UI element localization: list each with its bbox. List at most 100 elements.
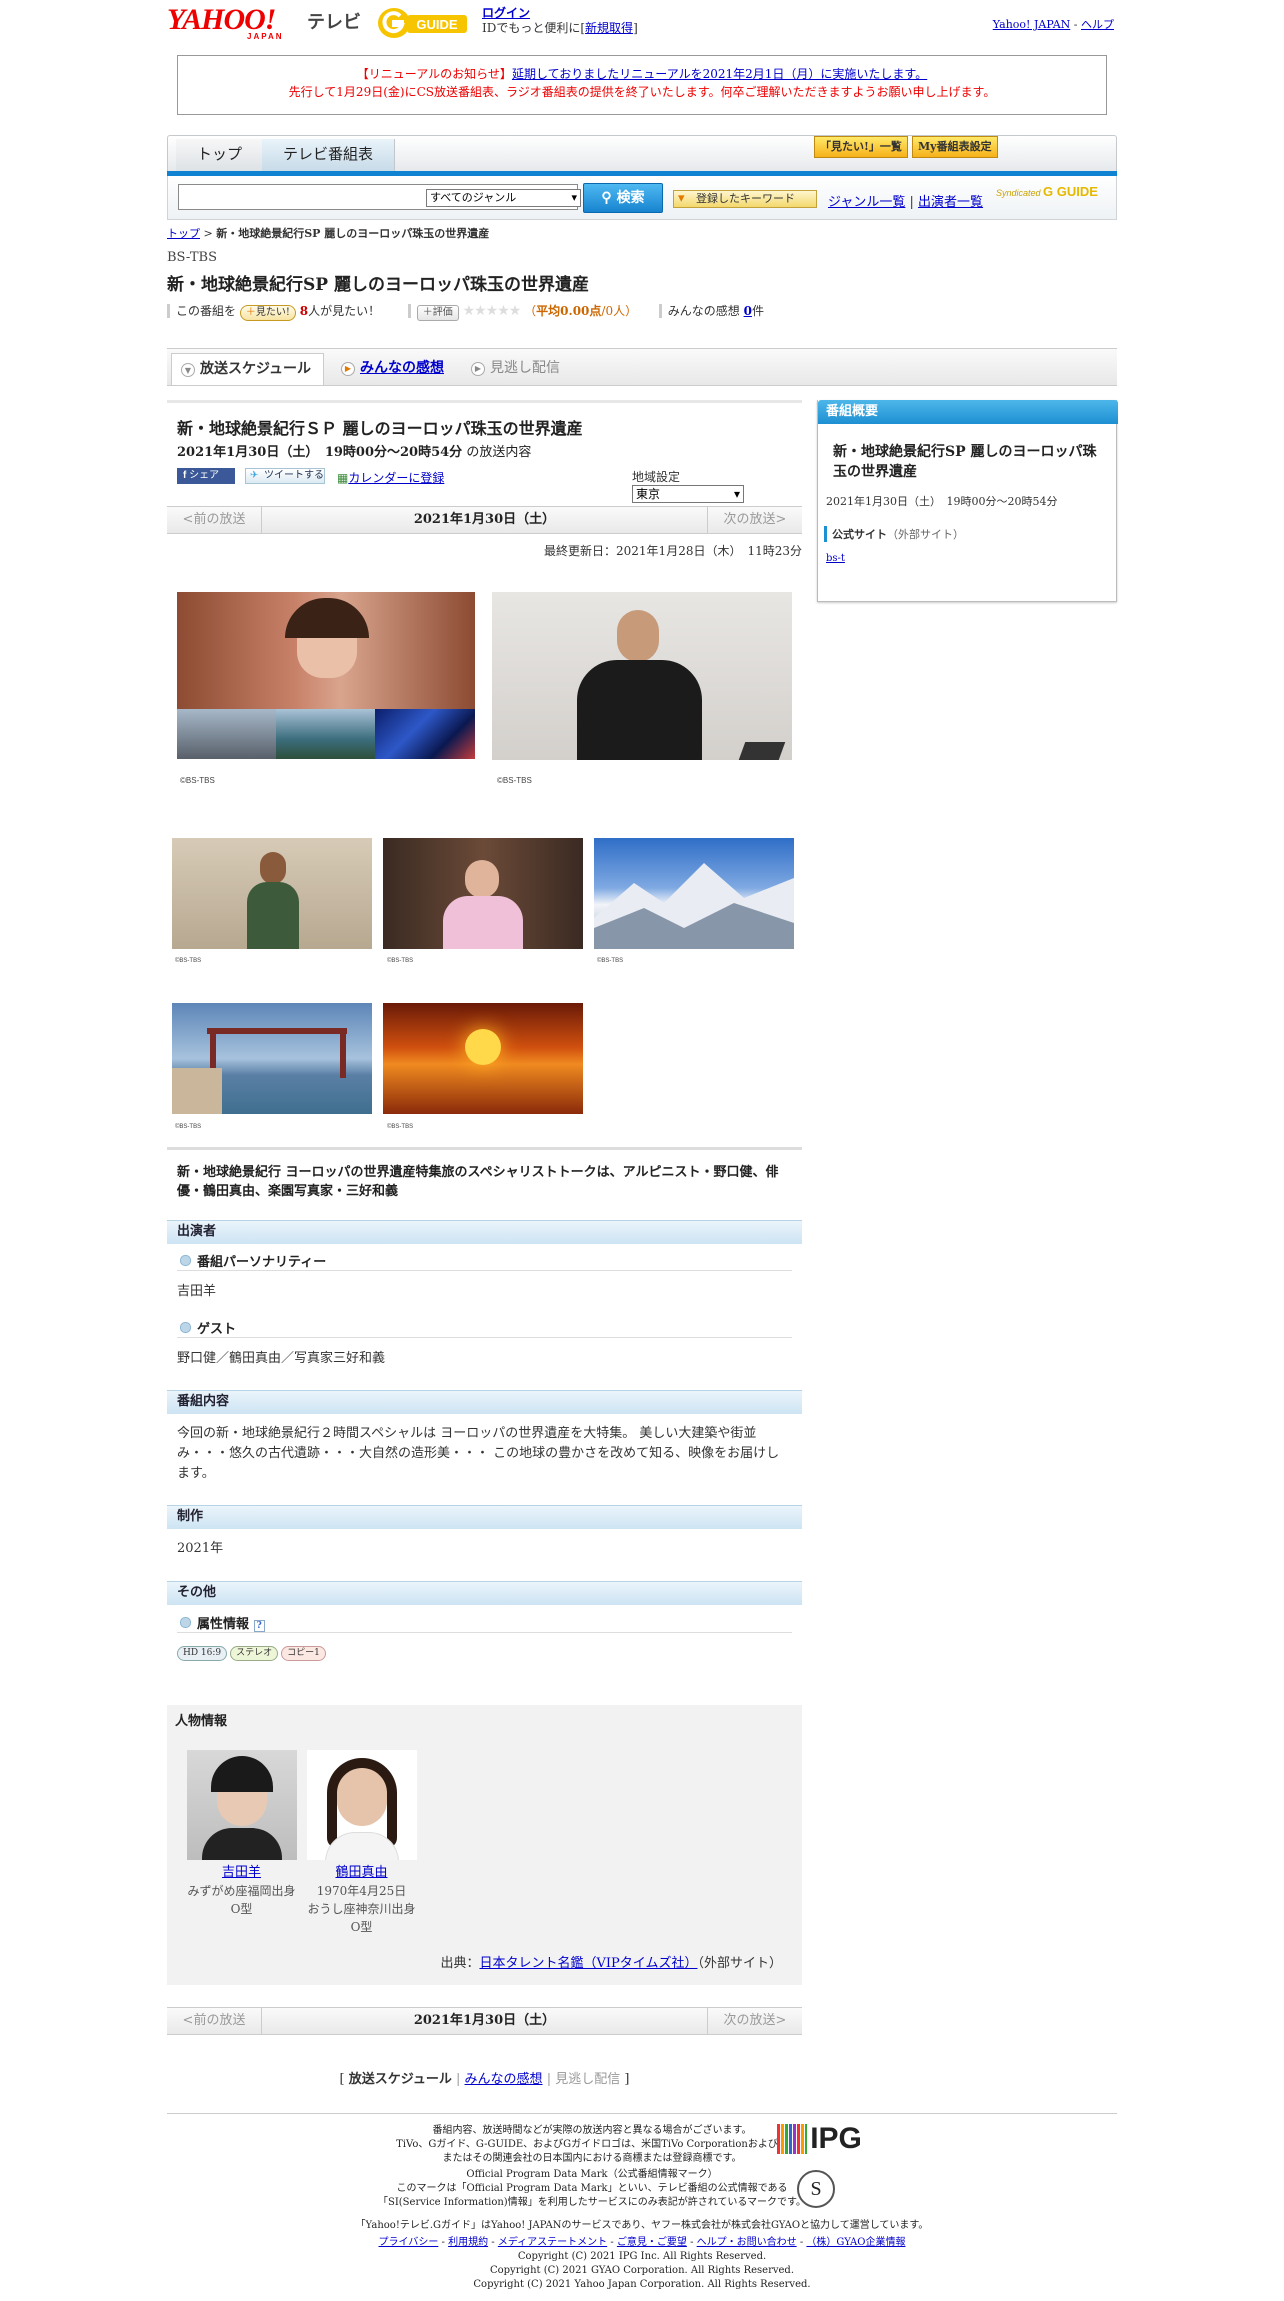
- program-summary: 新・地球絶景紀行 ヨーロッパの世界遺産特集旅のスペシャリストトークは、アルピニス…: [177, 1165, 779, 1199]
- footer: 番組内容、放送時間などが実際の放送内容と異なる場合がございます。 TiVo、Gガ…: [167, 2113, 1117, 2292]
- guest-label: ゲスト: [177, 1318, 792, 1338]
- chevron-right-icon: ▶: [471, 362, 485, 376]
- genre-list-link[interactable]: ジャンル一覧: [828, 195, 905, 210]
- person-info: 人物情報 吉田羊 みずがめ座福岡出身 O型 鶴田真由 1970年4月25日 おう…: [167, 1705, 802, 1985]
- photo-stainedglass: [375, 709, 475, 759]
- plus-icon: ＋: [422, 307, 433, 318]
- yahoo-logo[interactable]: YAHOO! JAPAN: [167, 5, 307, 42]
- syndicated-logo: Syndicated G GUIDE: [996, 184, 1098, 199]
- search-button[interactable]: ⚲ 検索: [583, 183, 663, 213]
- content-text: 今回の新・地球絶景紀行２時間スペシャルは ヨーロッパの世界遺産を大特集。 美しい…: [177, 1426, 780, 1481]
- next-broadcast-button[interactable]: 次の放送>: [707, 2008, 802, 2034]
- person-photo[interactable]: [306, 1750, 417, 1860]
- footer-link-terms[interactable]: 利用規約: [448, 2237, 488, 2248]
- calendar-register[interactable]: ▦カレンダーに登録: [337, 469, 444, 486]
- kansou-count-link[interactable]: 0: [744, 304, 752, 318]
- badge-stereo: ステレオ: [230, 1646, 279, 1661]
- help-link[interactable]: ヘルプ: [1081, 18, 1114, 31]
- photo-caption: ©BS-TBS: [180, 776, 215, 785]
- photo-guest-woman[interactable]: [172, 838, 372, 949]
- mitai-button[interactable]: ＋見たい!: [239, 305, 296, 321]
- talent-directory-link[interactable]: 日本タレント名鑑（VIPタイムズ社）: [479, 1956, 697, 1971]
- photo-caption: ©BS-TBS: [387, 1124, 414, 1130]
- top-links: Yahoo! JAPAN - ヘルプ: [992, 18, 1114, 31]
- bottom-tab-minogashi[interactable]: 見逃し配信: [555, 2072, 620, 2087]
- performer-list-link[interactable]: 出演者一覧: [918, 195, 983, 210]
- person-photo[interactable]: [186, 1750, 297, 1860]
- mitai-list-button[interactable]: 「見たい!」一覧: [814, 136, 908, 158]
- nav-tab-top[interactable]: トップ: [176, 139, 265, 171]
- nav-tab-tv-schedule[interactable]: テレビ番組表: [262, 139, 396, 171]
- tab-kansou[interactable]: ▶ みんなの感想: [332, 353, 456, 385]
- footer-link-help[interactable]: ヘルプ・お問い合わせ: [697, 2237, 797, 2248]
- genre-select[interactable]: すべてのジャンル: [426, 189, 581, 207]
- search-icon: ⚲: [601, 190, 617, 206]
- section-cast: 出演者: [167, 1220, 802, 1244]
- broadcast-pager-bottom: <前の放送 2021年1月30日（土） 次の放送>: [167, 2007, 802, 2035]
- footer-link-media[interactable]: メディアステートメント: [498, 2237, 607, 2248]
- section-production: 制作: [167, 1505, 802, 1529]
- gguide-logo[interactable]: GUIDE: [377, 6, 469, 40]
- person-info-title: 人物情報: [175, 1714, 228, 1729]
- footer-link-privacy[interactable]: プライバシー: [379, 2237, 439, 2248]
- register-link[interactable]: 新規取得: [585, 21, 633, 35]
- divider: [167, 1147, 802, 1150]
- bottom-tab-schedule[interactable]: 放送スケジュール: [349, 2072, 452, 2087]
- yahoo-japan-link[interactable]: Yahoo! JAPAN: [993, 18, 1071, 31]
- section-content: 番組内容: [167, 1390, 802, 1414]
- my-schedule-button[interactable]: My番組表設定: [912, 136, 998, 158]
- bottom-tabs: [ 放送スケジュール | みんなの感想 | 見逃し配信 ]: [339, 2072, 630, 2087]
- person-name-link[interactable]: 鶴田真由: [335, 1865, 387, 1880]
- overview-program-title: 新・地球絶景紀行SP 麗しのヨーロッパ珠玉の世界遺産: [833, 444, 1097, 480]
- photo-mountains[interactable]: [594, 838, 794, 949]
- photo-guest-man[interactable]: [383, 838, 583, 949]
- photo-bridge[interactable]: [172, 1003, 372, 1114]
- badge-copy: コピー1: [281, 1646, 326, 1661]
- rate-button[interactable]: ＋評価: [416, 305, 459, 321]
- channel-name: BS-TBS: [167, 250, 217, 265]
- photo-speaker[interactable]: [492, 592, 792, 760]
- photo-sunset[interactable]: [383, 1003, 583, 1114]
- registered-keyword-button[interactable]: 登録したキーワード: [673, 190, 817, 208]
- program-tabs: ▼ 放送スケジュール ▶ みんなの感想 ▶ 見逃し配信: [167, 348, 1117, 386]
- tweet-button[interactable]: ✈ ツイートする: [245, 468, 325, 484]
- prev-broadcast-button[interactable]: <前の放送: [167, 2008, 262, 2034]
- bottom-tab-kansou[interactable]: みんなの感想: [465, 2072, 543, 2087]
- tab-schedule[interactable]: ▼ 放送スケジュール: [171, 353, 325, 385]
- prev-broadcast-button[interactable]: <前の放送: [167, 507, 262, 533]
- copyright: Copyright (C) 2021 GYAO Corporation. All…: [489, 2265, 794, 2276]
- overview-title: 番組概要: [818, 400, 1118, 424]
- photo-caption: ©BS-TBS: [497, 776, 532, 785]
- footer-links: プライバシー - 利用規約 - メディアステートメント - ご意見・ご要望 - …: [378, 2237, 906, 2248]
- section-other: その他: [167, 1581, 802, 1605]
- ipg-notice: 番組内容、放送時間などが実際の放送内容と異なる場合がございます。 TiVo、Gガ…: [396, 2122, 862, 2165]
- gguide-icon: GUIDE: [378, 8, 467, 38]
- official-site-link[interactable]: bs-t: [826, 553, 845, 564]
- chevron-down-icon: ▼: [181, 363, 195, 377]
- footer-link-feedback[interactable]: ご意見・ご要望: [617, 2237, 687, 2248]
- svg-text:GUIDE: GUIDE: [416, 17, 458, 32]
- photo-host-collage[interactable]: [177, 592, 475, 759]
- help-icon[interactable]: ?: [253, 1620, 265, 1632]
- photo-caption: ©BS-TBS: [597, 958, 624, 964]
- search-bar: すべてのジャンル ⚲ 検索 登録したキーワード ジャンル一覧 | 出演者一覧 S…: [167, 176, 1117, 220]
- footer-link-gyao[interactable]: （株）GYAO企業情報: [806, 2237, 905, 2248]
- twitter-icon: ✈: [250, 470, 259, 481]
- search-links: ジャンル一覧 | 出演者一覧: [828, 195, 984, 210]
- person-name-link[interactable]: 吉田羊: [222, 1865, 261, 1880]
- person-card: 吉田羊 みずがめ座福岡出身 O型: [184, 1750, 299, 1918]
- pager-date: 2021年1月30日（土）: [413, 2013, 556, 2028]
- official-site-label: 公式サイト（外部サイト）: [824, 526, 964, 542]
- login-box: ログイン IDでもっと便利に[新規取得]: [482, 6, 638, 35]
- next-broadcast-button[interactable]: 次の放送>: [707, 507, 802, 533]
- region-select[interactable]: 東京: [632, 485, 744, 503]
- facebook-share-button[interactable]: f シェア: [177, 468, 235, 484]
- notice-link[interactable]: 延期しておりましたリニューアルを2021年2月1日（月）に実施いたします。: [512, 67, 927, 81]
- login-link[interactable]: ログイン: [482, 6, 530, 20]
- breadcrumb-top[interactable]: トップ: [167, 227, 200, 240]
- calendar-icon: ▦: [337, 471, 349, 485]
- average-rating: （平均0.00点/0人）: [524, 304, 638, 318]
- broadcast-datetime: 2021年1月30日（土） 19時00分～20時54分 の放送内容: [177, 445, 532, 460]
- tab-minogashi[interactable]: ▶ 見逃し配信: [462, 353, 572, 385]
- photo-caption: ©BS-TBS: [175, 958, 202, 964]
